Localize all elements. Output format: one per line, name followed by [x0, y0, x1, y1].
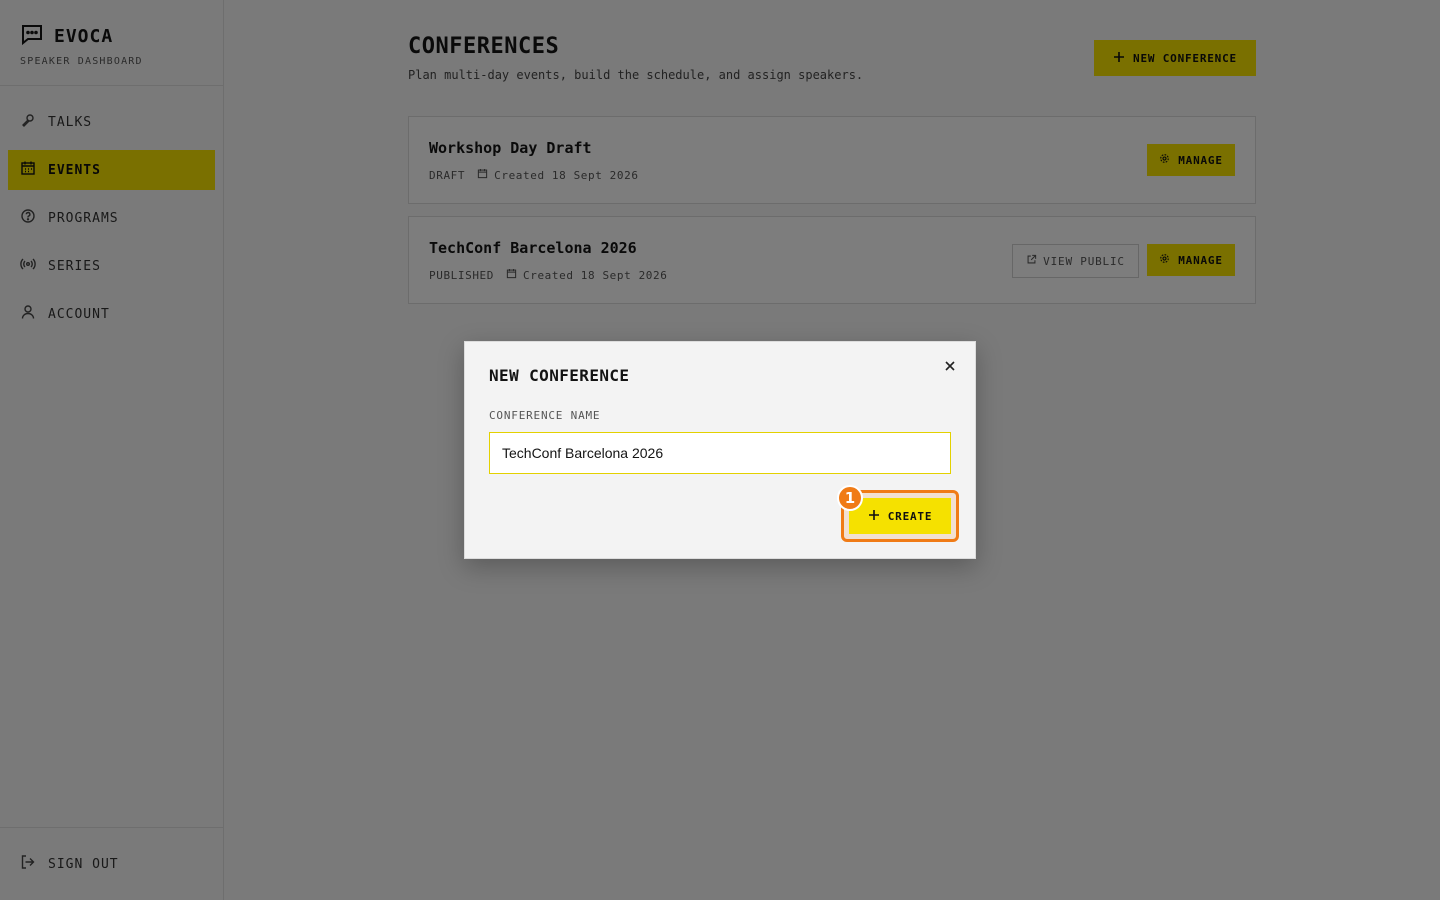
create-label: CREATE [887, 509, 933, 523]
conference-name-label: CONFERENCE NAME [489, 409, 601, 422]
plus-icon [868, 509, 880, 524]
annotation-badge: 1 [837, 485, 863, 511]
dialog-title: NEW CONFERENCE [489, 366, 630, 385]
close-icon [944, 360, 956, 375]
close-button[interactable] [941, 358, 959, 376]
new-conference-dialog: NEW CONFERENCE CONFERENCE NAME CREATE 1 [464, 341, 976, 559]
conference-name-input[interactable] [489, 432, 951, 474]
create-button[interactable]: CREATE [849, 498, 951, 534]
